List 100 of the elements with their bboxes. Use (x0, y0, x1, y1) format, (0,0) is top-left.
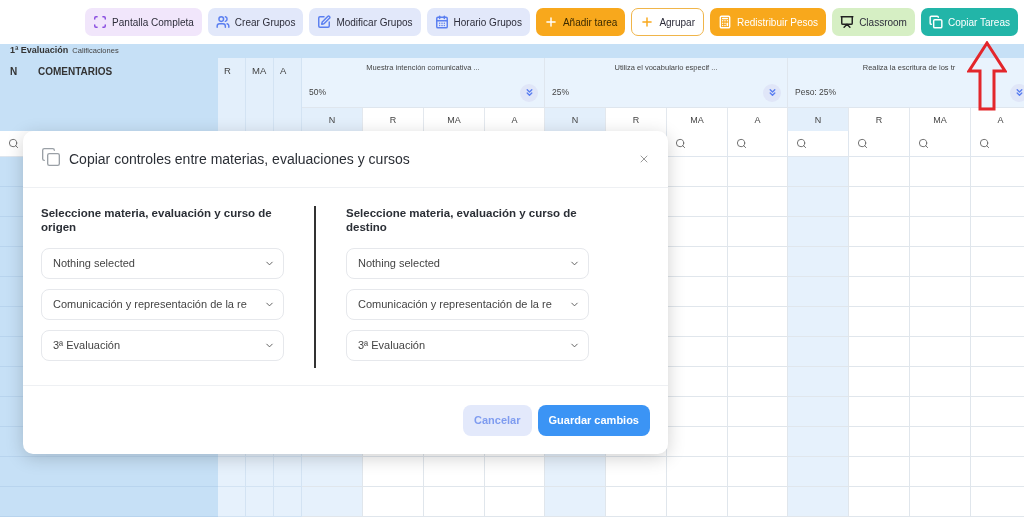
toolbar-button[interactable]: Modificar Grupos (309, 8, 421, 36)
table-cell (849, 307, 910, 337)
table-cell (728, 397, 788, 427)
table-cell (485, 487, 545, 517)
toolbar-button[interactable]: Classroom (832, 8, 915, 36)
column-header: N (788, 108, 849, 131)
column-header: MA (246, 58, 274, 131)
table-cell (728, 337, 788, 367)
table-cell (728, 247, 788, 277)
presentation-icon (840, 15, 855, 29)
criterion-weight: 50% (309, 86, 326, 99)
table-cell (545, 487, 606, 517)
select-dropdown[interactable]: 3ª Evaluación (41, 330, 284, 361)
toolbar-button[interactable]: Crear Grupos (207, 8, 304, 36)
close-icon (638, 153, 650, 165)
table-cell (788, 487, 849, 517)
table-cell (363, 487, 424, 517)
table-cell (606, 487, 667, 517)
table-cell (728, 277, 788, 307)
table-cell (667, 487, 728, 517)
table-cell (274, 457, 302, 487)
select-dropdown[interactable]: Nothing selected (41, 248, 284, 279)
select-dropdown[interactable]: 3ª Evaluación (346, 330, 589, 361)
column-header: N (545, 108, 606, 131)
table-cell (910, 247, 971, 277)
column-header: R (218, 58, 246, 131)
table-cell (424, 457, 485, 487)
search-icon[interactable] (979, 138, 990, 149)
copy-icon (928, 15, 943, 29)
calculator-icon (717, 15, 732, 29)
table-cell (910, 427, 971, 457)
table-cell (910, 307, 971, 337)
copy-icon (41, 147, 61, 167)
table-cell (849, 247, 910, 277)
search-icon[interactable] (675, 138, 686, 149)
table-cell (728, 457, 788, 487)
fullscreen-icon (93, 15, 108, 29)
table-cell (849, 337, 910, 367)
table-cell (849, 397, 910, 427)
select-dropdown[interactable]: Comunicación y representación de la re (346, 289, 589, 320)
table-cell (302, 457, 363, 487)
table-cell (246, 487, 274, 517)
table-cell (910, 277, 971, 307)
toolbar-button[interactable]: Añadir tarea (535, 8, 626, 36)
table-cell (667, 457, 728, 487)
table-cell (788, 337, 849, 367)
table-cell (910, 367, 971, 397)
users-icon (215, 15, 230, 29)
table-cell (788, 217, 849, 247)
table-cell (788, 427, 849, 457)
search-icon[interactable] (8, 138, 19, 149)
table-cell (485, 457, 545, 487)
table-cell (788, 277, 849, 307)
table-cell (849, 367, 910, 397)
criterion-weight: 25% (552, 86, 569, 99)
table-cell (788, 397, 849, 427)
column-header: N (302, 108, 363, 131)
table-cell (910, 457, 971, 487)
table-cell (910, 487, 971, 517)
search-icon[interactable] (796, 138, 807, 149)
expand-button[interactable] (520, 83, 538, 102)
table-cell (728, 367, 788, 397)
search-icon[interactable] (857, 138, 868, 149)
table-cell (246, 457, 274, 487)
search-icon[interactable] (918, 138, 929, 149)
plus-icon (640, 15, 655, 29)
column-header: A (274, 58, 302, 131)
select-dropdown[interactable]: Nothing selected (346, 248, 589, 279)
search-icon[interactable] (736, 138, 747, 149)
table-cell (788, 457, 849, 487)
table-cell (218, 457, 246, 487)
toolbar-button[interactable]: Horario Grupos (426, 8, 530, 36)
table-cell (728, 487, 788, 517)
table-cell (788, 367, 849, 397)
table-cell (728, 307, 788, 337)
table-cell (849, 217, 910, 247)
table-cell (728, 187, 788, 217)
select-dropdown[interactable]: Comunicación y representación de la re (41, 289, 284, 320)
table-cell (910, 337, 971, 367)
edit-icon (317, 15, 332, 29)
column-header: COMENTARIOS (37, 65, 113, 79)
table-cell (274, 487, 302, 517)
column-header: N (9, 65, 19, 79)
expand-button[interactable] (763, 83, 781, 102)
calendar-icon (434, 15, 449, 29)
arrow-drawing (967, 41, 1007, 111)
expand-button[interactable] (1010, 83, 1024, 102)
table-cell (218, 487, 246, 517)
table-cell (424, 487, 485, 517)
table-cell (545, 457, 606, 487)
table-cell (728, 217, 788, 247)
table-cell (849, 427, 910, 457)
table-cell (788, 187, 849, 217)
criterion-weight: Peso: 25% (795, 86, 837, 99)
toolbar-button[interactable]: Agrupar (631, 8, 704, 36)
table-cell (849, 187, 910, 217)
table-cell (788, 307, 849, 337)
toolbar-button[interactable]: Pantalla Completa (85, 8, 202, 36)
dialog-title: Copiar controles entre materias, evaluaciones y cursos (69, 149, 411, 169)
evaluation-title: 1ª Evaluación (10, 44, 69, 58)
